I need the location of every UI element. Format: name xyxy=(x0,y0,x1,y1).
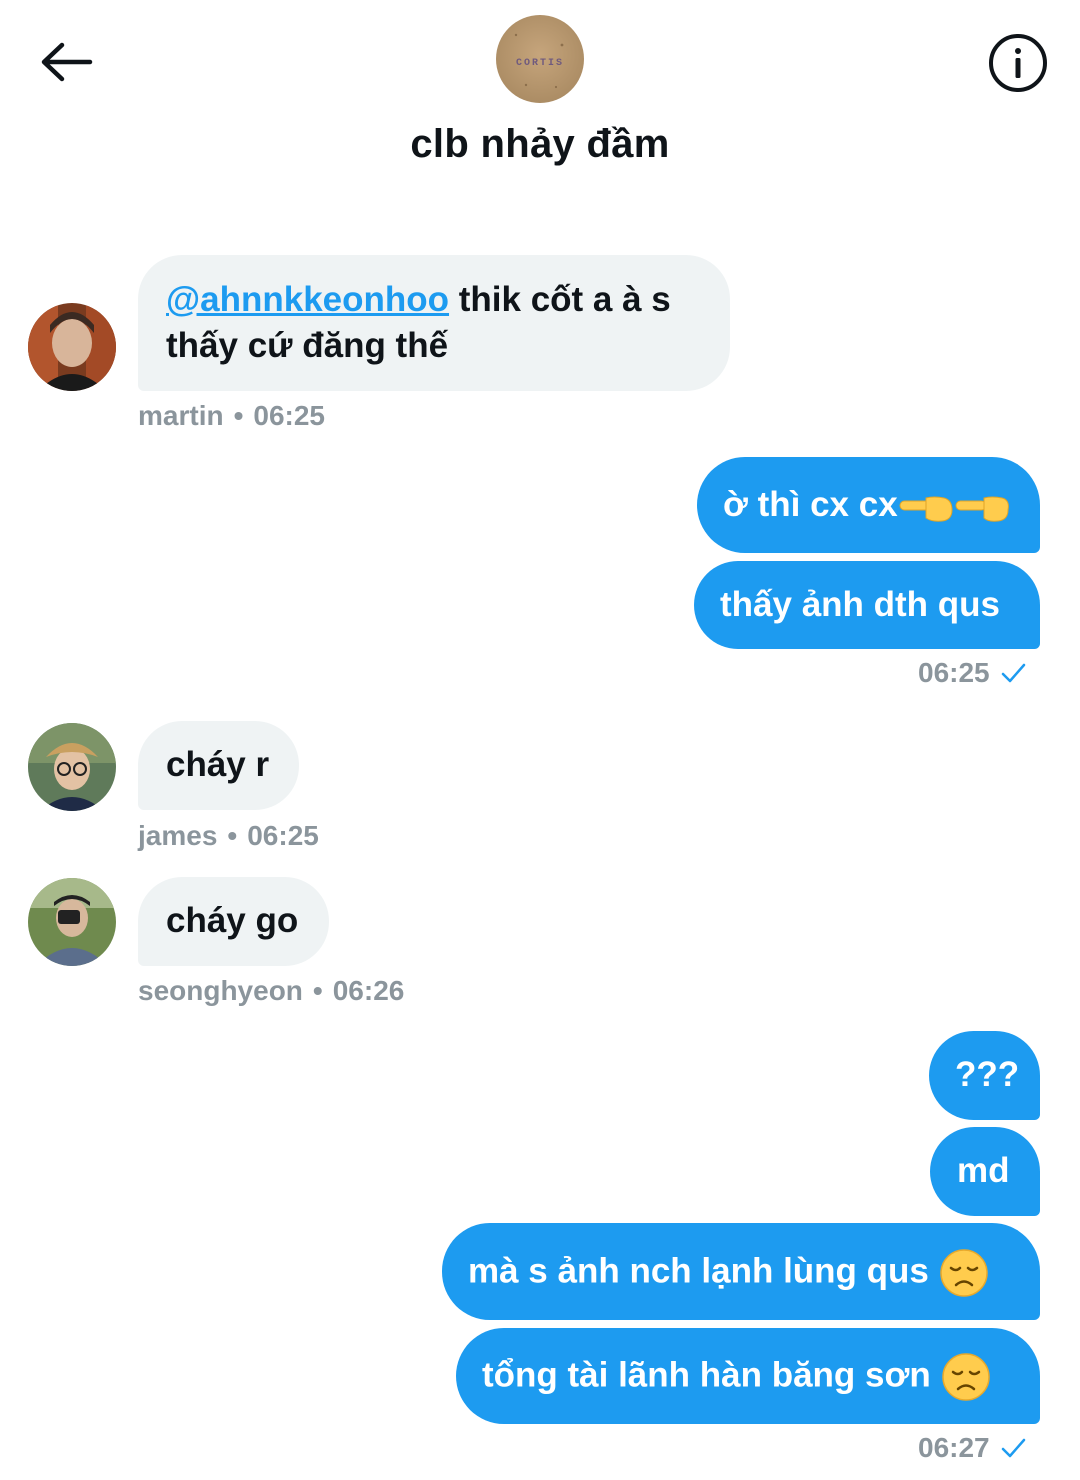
message-text: md xyxy=(957,1151,1010,1190)
message-bubble-incoming[interactable]: cháy go xyxy=(138,877,329,966)
message-meta: 06:27 xyxy=(918,1432,1026,1464)
message-meta: james • 06:25 xyxy=(138,820,319,852)
checkmark-icon xyxy=(1001,1438,1025,1458)
group-title: clb nhảy đầm xyxy=(410,122,670,166)
message-bubble-outgoing[interactable]: ờ thì cx cx xyxy=(697,457,1040,553)
checkmark-icon xyxy=(1001,663,1025,683)
message-meta: martin • 06:25 xyxy=(138,400,325,432)
disappointed-face-emoji xyxy=(940,1249,988,1297)
martin-photo xyxy=(28,303,116,391)
sender-name: seonghyeon xyxy=(138,975,303,1006)
message-text: tổng tài lãnh hàn băng sơn xyxy=(482,1355,931,1395)
avatar-james[interactable] xyxy=(28,723,116,811)
message-text: mà s ảnh nch lạnh lùng qus xyxy=(468,1251,929,1291)
message-bubble-outgoing[interactable]: tổng tài lãnh hàn băng sơn xyxy=(456,1328,1040,1424)
message-bubble-incoming[interactable]: @ahnnkkeonhoo thik cốt a à s thấy cứ đăn… xyxy=(138,255,730,391)
message-text: thik cốt a à s xyxy=(449,280,671,319)
sender-name: martin xyxy=(138,400,224,431)
message-bubble-outgoing[interactable]: ??? xyxy=(929,1031,1040,1120)
avatar-martin[interactable] xyxy=(28,303,116,391)
pointing-hand-emoji xyxy=(899,496,1009,522)
conversation-header: CORTIS clb nhảy đầm xyxy=(0,0,1080,200)
mention-link[interactable]: @ahnnkkeonhoo xyxy=(166,280,449,319)
message-text: ờ thì cx cx xyxy=(723,485,898,524)
message-time: 06:25 xyxy=(918,657,990,688)
group-avatar[interactable]: CORTIS xyxy=(496,15,584,103)
message-bubble-outgoing[interactable]: md xyxy=(930,1127,1040,1216)
sender-name: james xyxy=(138,820,218,851)
message-bubble-outgoing[interactable]: thấy ảnh dth qus xyxy=(694,561,1040,649)
info-icon xyxy=(989,34,1047,92)
message-bubble-outgoing[interactable]: mà s ảnh nch lạnh lùng qus xyxy=(442,1223,1040,1320)
message-text: ??? xyxy=(955,1055,1020,1094)
james-photo xyxy=(28,723,116,811)
separator-dot: • xyxy=(233,400,244,431)
separator-dot: • xyxy=(312,975,323,1006)
message-text: thấy ảnh dth qus xyxy=(720,585,1000,624)
message-meta: 06:25 xyxy=(918,657,1026,689)
message-text: cháy go xyxy=(166,901,299,940)
message-time: 06:25 xyxy=(253,400,326,431)
group-avatar-image: CORTIS xyxy=(496,15,584,103)
back-button[interactable] xyxy=(36,36,96,88)
info-button[interactable] xyxy=(988,33,1048,93)
arrow-left-icon xyxy=(41,42,93,82)
message-meta: seonghyeon • 06:26 xyxy=(138,975,404,1007)
separator-dot: • xyxy=(227,820,238,851)
message-text: cháy r xyxy=(166,745,270,784)
avatar-seonghyeon[interactable] xyxy=(28,878,116,966)
message-bubble-incoming[interactable]: cháy r xyxy=(138,721,299,810)
message-time: 06:26 xyxy=(332,975,405,1006)
seonghyeon-photo xyxy=(28,878,116,966)
message-time: 06:27 xyxy=(918,1432,990,1463)
message-time: 06:25 xyxy=(247,820,319,851)
message-text: thấy cứ đăng thế xyxy=(166,326,449,365)
disappointed-face-emoji xyxy=(942,1353,990,1401)
svg-text:CORTIS: CORTIS xyxy=(516,58,564,69)
